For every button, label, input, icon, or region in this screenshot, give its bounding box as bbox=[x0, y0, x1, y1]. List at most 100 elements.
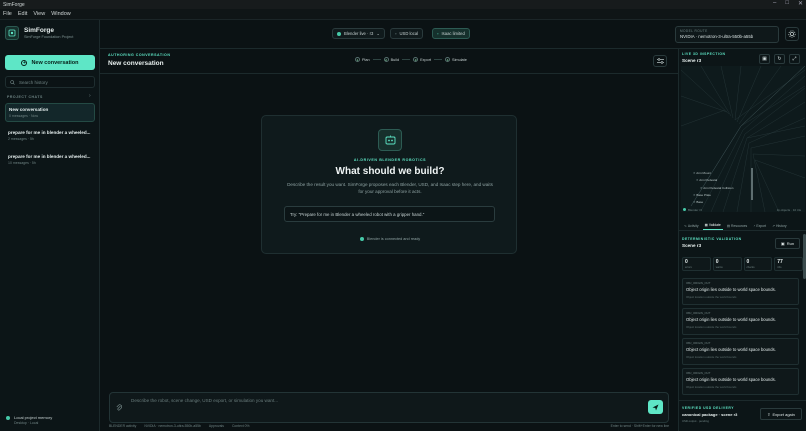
logo-icon bbox=[5, 26, 19, 40]
validation-issue[interactable]: OBJ_ORIGIN_OUT Object origin lies outsid… bbox=[682, 278, 799, 305]
sliders-icon bbox=[656, 58, 664, 64]
delivery-title: canonical package · scene r3 bbox=[682, 412, 738, 417]
minimize-button[interactable]: – bbox=[773, 0, 776, 7]
status-model: NVIDIA · nemotron-3-ultra-550b-a55b bbox=[144, 424, 201, 428]
send-hint: Enter to send · Shift+Enter for new line bbox=[610, 424, 669, 428]
run-validation-button[interactable]: ▣ Run bbox=[775, 238, 800, 249]
authoring-label: AUTHORING CONVERSATION bbox=[108, 53, 171, 57]
new-conversation-button[interactable]: + New conversation bbox=[5, 55, 95, 70]
project-chats-label: PROJECT CHATS bbox=[7, 95, 43, 99]
export-again-button[interactable]: ⇪ Export again bbox=[760, 408, 802, 420]
outliner-list: ✕ Arm Mount ✕ Arm Pedestal ✕ Arm Pedesta… bbox=[693, 170, 733, 206]
menu-window[interactable]: Window bbox=[51, 11, 71, 17]
tab-export[interactable]: ◔ Export bbox=[751, 221, 768, 230]
status-dot-icon bbox=[683, 208, 686, 211]
image-view-button[interactable]: ▣ bbox=[759, 54, 770, 64]
suggestion-prompt[interactable]: Try: "Prepare for me in Blender a wheele… bbox=[284, 206, 495, 222]
viewport-source: Blender r3 bbox=[688, 208, 702, 212]
status-dot-icon bbox=[337, 31, 341, 36]
app-name: SimForge bbox=[24, 27, 54, 34]
usd-status-label: USD local bbox=[399, 31, 419, 36]
inspection-panel: LIVE 3D INSPECTION Scene r3 ▣ ↻ ⤢ ✕ Arm … bbox=[678, 49, 806, 431]
status-activity: BLENDER activity bbox=[109, 424, 137, 428]
welcome-card: AI-DRIVEN BLENDER ROBOTICS What should w… bbox=[261, 115, 517, 254]
tab-history[interactable]: ↗ History bbox=[770, 221, 788, 230]
isaac-status-pill[interactable]: ▫ Isaac limited bbox=[432, 28, 470, 39]
tab-activity[interactable]: ∿ Activity bbox=[682, 221, 701, 230]
menu-view[interactable]: View bbox=[33, 11, 45, 17]
model-route-select[interactable]: MODEL ROUTE NVIDIA · nemotron-3-ultra-55… bbox=[675, 26, 779, 43]
message-composer[interactable]: Describe the robot, scene change, USD ex… bbox=[109, 392, 669, 423]
window-title: SimForge bbox=[3, 1, 25, 8]
outliner-item[interactable]: ✕ Arm Pedestal Collision bbox=[693, 185, 733, 192]
outliner-scrollbar[interactable] bbox=[751, 168, 753, 200]
search-input[interactable]: Search history bbox=[5, 76, 95, 88]
status-context: Context 0% bbox=[231, 424, 250, 428]
memory-title: Local project memory bbox=[14, 415, 53, 420]
step-export: 3 Export bbox=[413, 57, 432, 62]
image-icon: ▣ bbox=[762, 56, 767, 62]
3d-viewport[interactable]: ✕ Arm Mount ✕ Arm Pedestal ✕ Arm Pedesta… bbox=[681, 66, 805, 212]
model-route-value: NVIDIA · nemotron-3-ultra-550b-a55b bbox=[680, 34, 754, 39]
expand-icon: ⤢ bbox=[792, 56, 797, 62]
refresh-button[interactable]: ↻ bbox=[774, 54, 785, 64]
composer-placeholder: Describe the robot, scene change, USD ex… bbox=[131, 398, 279, 403]
outliner-item[interactable]: ✕ Base Plate bbox=[693, 192, 733, 199]
isaac-status-label: Isaac limited bbox=[441, 31, 465, 36]
validation-issue[interactable]: OBJ_ORIGIN_OUT Object origin lies outsid… bbox=[682, 338, 799, 365]
send-icon bbox=[652, 404, 659, 410]
maximize-button[interactable]: □ bbox=[785, 0, 789, 7]
history-icon: ↗ bbox=[772, 223, 775, 228]
filter-button[interactable] bbox=[653, 55, 667, 67]
expand-button[interactable]: ⤢ bbox=[789, 54, 800, 64]
plus-icon: + bbox=[21, 59, 28, 66]
composer-status-row: BLENDER activity NVIDIA · nemotron-3-ult… bbox=[109, 424, 669, 428]
check-icon: ▦ bbox=[704, 223, 708, 227]
validation-label: DETERMINISTIC VALIDATION bbox=[682, 237, 742, 241]
workflow-steps: 1 Plan 2 Build 3 Export 4 Simulate bbox=[355, 57, 467, 62]
conversation-item[interactable]: prepare for me in blender a wheeled... 2… bbox=[5, 127, 95, 144]
search-placeholder: Search history bbox=[19, 79, 48, 85]
usd-status-pill[interactable]: ▫ USD local bbox=[390, 28, 424, 39]
title-bar: SimForge – □ ✕ bbox=[0, 0, 806, 9]
settings-button[interactable] bbox=[785, 27, 799, 41]
outliner-item[interactable]: ✕ Arm Pedestal bbox=[693, 177, 733, 184]
blender-status-label: Blender live · r3 bbox=[344, 31, 374, 36]
stat-checks: 0 checks bbox=[743, 257, 773, 271]
menu-bar: File Edit View Window bbox=[0, 9, 806, 20]
sidebar: SimForge SimForge Foundation Project + N… bbox=[0, 20, 100, 431]
blender-status-pill[interactable]: Blender live · r3 ⌄ bbox=[332, 28, 385, 39]
menu-edit[interactable]: Edit bbox=[18, 11, 27, 17]
refresh-icon: ↻ bbox=[777, 56, 782, 62]
validation-issue[interactable]: OBJ_ORIGIN_OUT Object origin lies outsid… bbox=[682, 308, 799, 335]
tab-validate[interactable]: ▦ Validate bbox=[702, 221, 723, 230]
card-title: What should we build? bbox=[335, 166, 445, 177]
validation-issue[interactable]: OBJ_ORIGIN_OUT Object origin lies outsid… bbox=[682, 368, 799, 395]
menu-file[interactable]: File bbox=[3, 11, 12, 17]
send-button[interactable] bbox=[648, 400, 663, 414]
outliner-item[interactable]: ✕ Arm Mount bbox=[693, 170, 733, 177]
project-memory-status: Local project memory Desktop · Local bbox=[6, 415, 52, 425]
stat-info: 77 info bbox=[774, 257, 803, 271]
conversation-item[interactable]: New conversation 0 messages · Now bbox=[5, 103, 95, 122]
step-build: 2 Build bbox=[383, 57, 400, 62]
attach-icon[interactable] bbox=[116, 404, 122, 413]
outliner-item[interactable]: ✕ Base bbox=[693, 199, 733, 206]
box-icon: ▤ bbox=[726, 223, 731, 228]
conversation-item[interactable]: prepare for me in blender a wheeled... 1… bbox=[5, 151, 95, 168]
usd-icon: ▫ bbox=[395, 31, 397, 36]
conversation-title: prepare for me in blender a wheeled... bbox=[8, 154, 91, 159]
step-plan: 1 Plan bbox=[355, 57, 370, 62]
window-controls: – □ ✕ bbox=[773, 0, 803, 7]
new-conversation-label: New conversation bbox=[31, 59, 79, 66]
tab-resources[interactable]: ▤ Resources bbox=[725, 221, 749, 230]
search-icon bbox=[10, 79, 15, 85]
stat-errors: 0 errors bbox=[682, 257, 711, 271]
top-bar: Blender live · r3 ⌄ ▫ USD local ▫ Isaac … bbox=[100, 20, 806, 49]
close-button[interactable]: ✕ bbox=[798, 0, 803, 7]
brand: SimForge SimForge Foundation Project bbox=[5, 26, 73, 40]
delivery-label: VERIFIED USD DELIVERY bbox=[682, 406, 735, 410]
run-icon: ▣ bbox=[780, 241, 785, 246]
viewport-counts: 11 objects · 10 tris bbox=[776, 208, 801, 212]
add-chat-icon[interactable]: › bbox=[89, 93, 91, 99]
